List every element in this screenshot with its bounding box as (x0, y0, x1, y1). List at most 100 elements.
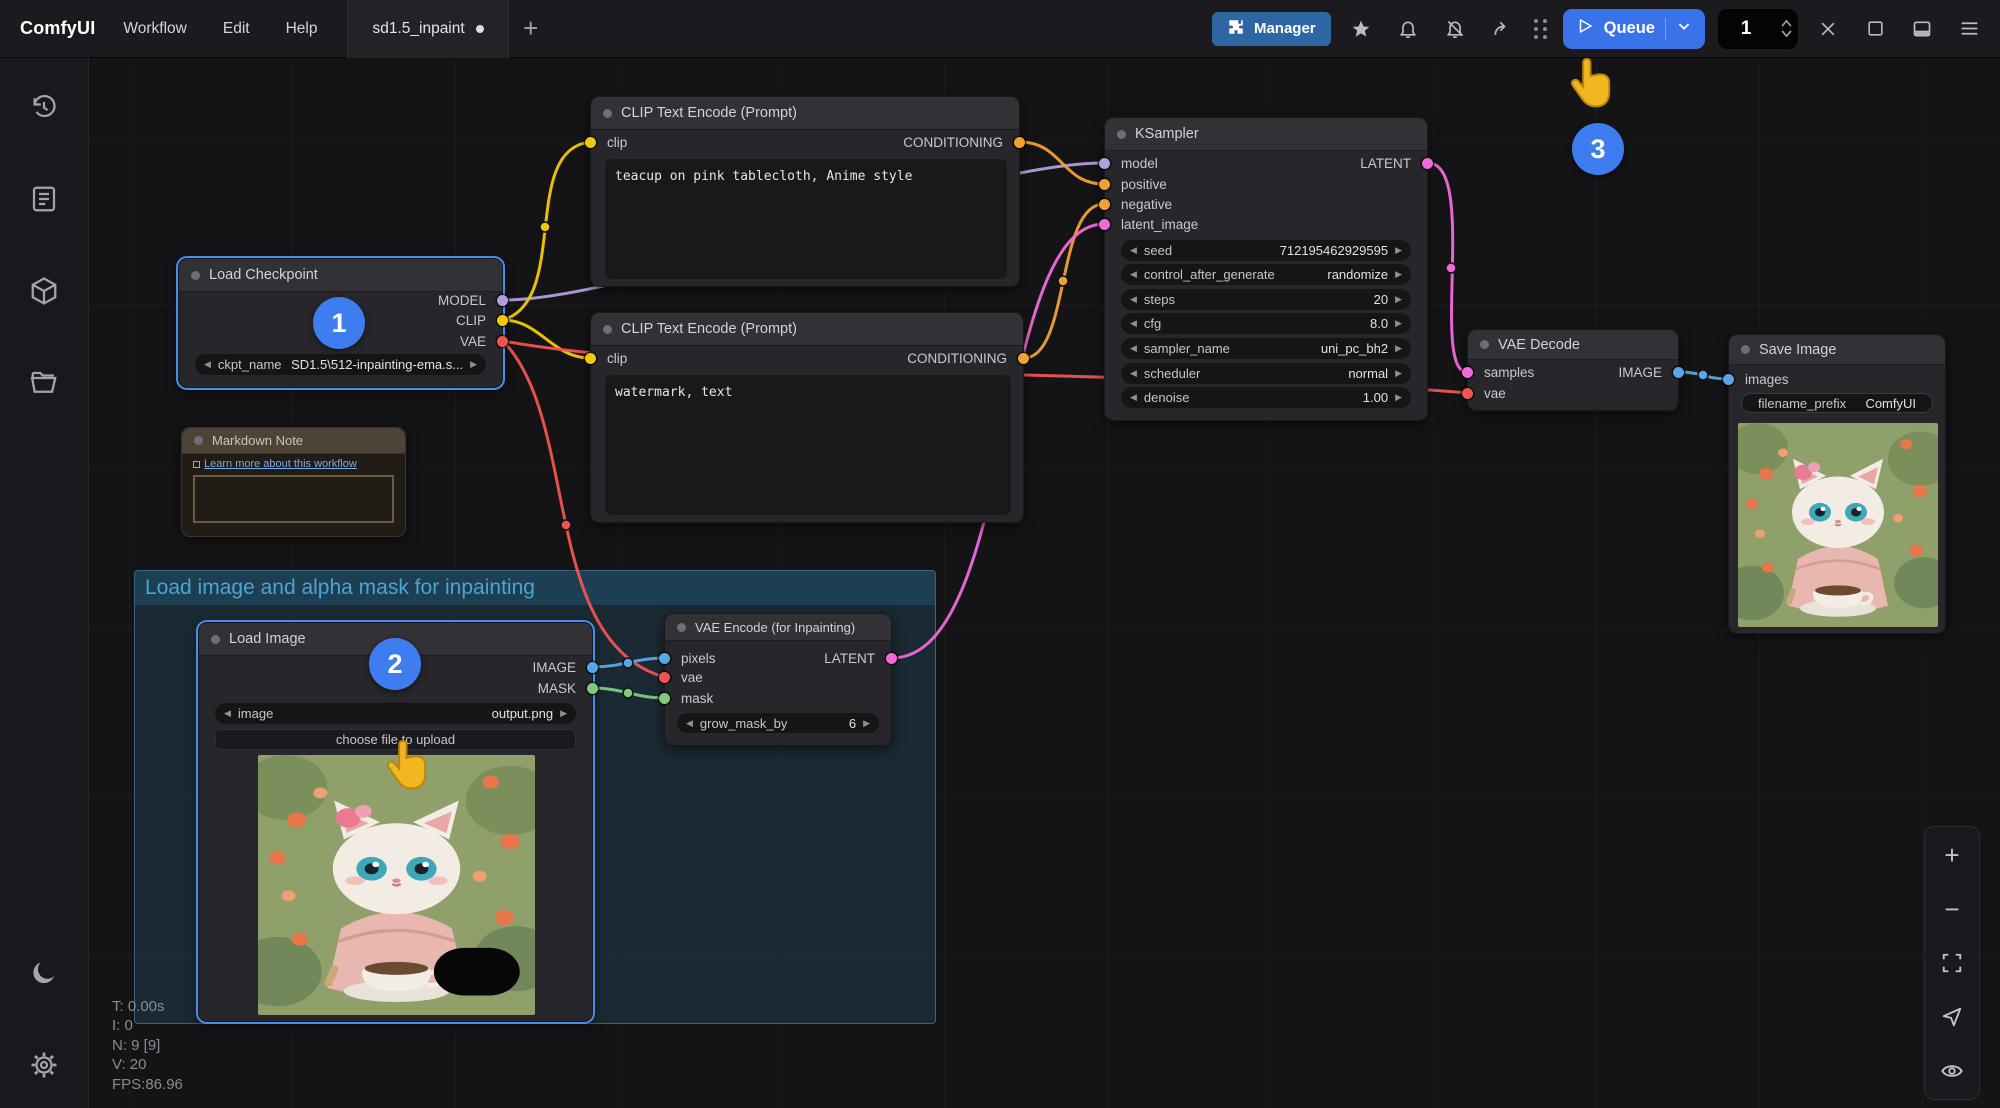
node-library-icon[interactable] (26, 181, 62, 217)
batch-count-stepper[interactable]: 1 (1718, 9, 1798, 49)
input-slot-negative[interactable]: negative (1105, 195, 1427, 215)
collapse-dot-icon[interactable] (1117, 130, 1126, 139)
menu-icon[interactable] (1952, 12, 1986, 46)
workflow-help-link[interactable]: Learn more about this workflow (204, 458, 357, 470)
stepper-left-icon[interactable]: ◀ (1130, 363, 1137, 384)
node-header[interactable]: VAE Decode (1468, 330, 1678, 360)
collapse-dot-icon[interactable] (1741, 345, 1750, 354)
theme-toggle-moon-icon[interactable] (26, 955, 62, 991)
output-slot-image[interactable]: IMAGE (1468, 363, 1678, 383)
node-header[interactable]: Markdown Note (182, 428, 405, 454)
queue-history-icon[interactable] (26, 89, 62, 125)
node-clip-text-encode-negative[interactable]: CLIP Text Encode (Prompt) clip CONDITION… (590, 312, 1024, 523)
stepper-right-icon[interactable]: ▶ (1395, 387, 1402, 408)
workflow-tab[interactable]: sd1.5_inpaint (347, 0, 508, 58)
stepper-right-icon[interactable]: ▶ (1395, 313, 1402, 334)
node-header[interactable]: VAE Encode (for Inpainting) (665, 614, 891, 641)
node-markdown-note[interactable]: Markdown Note Learn more about this work… (181, 427, 406, 537)
input-slot-latent-image[interactable]: latent_image (1105, 215, 1427, 235)
collapse-dot-icon[interactable] (191, 271, 200, 280)
menu-edit[interactable]: Edit (223, 20, 250, 38)
stepper-right-icon[interactable]: ▶ (1395, 363, 1402, 384)
output-port-clip[interactable] (497, 315, 508, 326)
node-ksampler[interactable]: KSampler model LATENT positive negative … (1104, 117, 1428, 421)
node-vae-encode-inpaint[interactable]: VAE Encode (for Inpainting) pixels LATEN… (664, 613, 892, 746)
input-slot-vae[interactable]: vae (665, 668, 891, 688)
output-port-conditioning[interactable] (1018, 353, 1029, 364)
stepper-right-icon[interactable]: ▶ (1395, 264, 1402, 285)
stepper-right-icon[interactable]: ▶ (1395, 289, 1402, 310)
stepper-right-icon[interactable]: ▶ (560, 703, 567, 724)
output-port-vae[interactable] (497, 336, 508, 347)
stop-icon[interactable] (1858, 12, 1892, 46)
prompt-textarea[interactable]: watermark, text (605, 375, 1011, 515)
bell-icon[interactable] (1391, 12, 1425, 46)
select-mode-button[interactable] (1932, 997, 1972, 1037)
input-slot-mask[interactable]: mask (665, 689, 891, 709)
widget-denoise[interactable]: ◀ denoise 1.00 ▶ (1121, 387, 1411, 408)
output-image-preview[interactable] (1738, 423, 1938, 627)
collapse-dot-icon[interactable] (603, 325, 612, 334)
batch-count-arrows[interactable] (1774, 20, 1798, 37)
input-port-vae[interactable] (1462, 388, 1473, 399)
stepper-left-icon[interactable]: ◀ (1130, 240, 1137, 261)
stepper-left-icon[interactable]: ◀ (1130, 338, 1137, 359)
bottom-panel-icon[interactable] (1905, 12, 1939, 46)
collapse-dot-icon[interactable] (1480, 340, 1489, 349)
stepper-right-icon[interactable]: ▶ (1395, 240, 1402, 261)
node-header[interactable]: CLIP Text Encode (Prompt) (591, 313, 1023, 346)
chevron-down-icon[interactable] (1676, 18, 1692, 39)
node-header[interactable]: Load Checkpoint (179, 259, 502, 292)
input-port-latent-image[interactable] (1099, 219, 1110, 230)
star-icon[interactable] (1344, 12, 1378, 46)
node-header[interactable]: CLIP Text Encode (Prompt) (591, 97, 1019, 130)
node-clip-text-encode-positive[interactable]: CLIP Text Encode (Prompt) clip CONDITION… (590, 96, 1020, 287)
collapse-dot-icon[interactable] (677, 623, 686, 632)
output-slot-conditioning[interactable]: CONDITIONING (591, 133, 1019, 153)
widget-grow-mask-by[interactable]: ◀ grow_mask_by 6 ▶ (677, 713, 879, 733)
manager-button[interactable]: Manager (1212, 12, 1331, 46)
stepper-right-icon[interactable]: ▶ (1395, 338, 1402, 359)
output-port-latent[interactable] (1422, 158, 1433, 169)
node-save-image[interactable]: Save Image images filename_prefix ComfyU… (1728, 334, 1946, 634)
widget-control-after-generate[interactable]: ◀ control_after_generate randomize ▶ (1121, 264, 1411, 285)
input-slot-vae[interactable]: vae (1468, 384, 1678, 404)
input-port-negative[interactable] (1099, 199, 1110, 210)
model-library-icon[interactable] (26, 273, 62, 309)
collapse-dot-icon[interactable] (194, 436, 203, 445)
share-icon[interactable] (1485, 12, 1519, 46)
output-port-model[interactable] (497, 295, 508, 306)
output-slot-latent[interactable]: LATENT (1105, 154, 1427, 174)
input-slot-positive[interactable]: positive (1105, 175, 1427, 195)
stepper-left-icon[interactable]: ◀ (686, 713, 693, 734)
zoom-in-button[interactable]: + (1932, 835, 1972, 875)
input-port-vae[interactable] (659, 672, 670, 683)
output-port-image[interactable] (1673, 367, 1684, 378)
workflows-folder-icon[interactable] (26, 365, 62, 401)
input-slot-images[interactable]: images (1729, 370, 1945, 390)
output-port-latent[interactable] (886, 653, 897, 664)
stepper-left-icon[interactable]: ◀ (1130, 289, 1137, 310)
close-icon[interactable] (1811, 12, 1845, 46)
drag-handle-icon[interactable] (1534, 19, 1548, 39)
output-slot-conditioning[interactable]: CONDITIONING (591, 349, 1023, 369)
widget-filename-prefix[interactable]: filename_prefix ComfyUI (1741, 393, 1933, 413)
prompt-textarea[interactable]: teacup on pink tablecloth, Anime style (605, 159, 1007, 279)
toggle-visibility-button[interactable] (1932, 1051, 1972, 1091)
collapse-dot-icon[interactable] (603, 109, 612, 118)
input-port-images[interactable] (1723, 374, 1734, 385)
stepper-left-icon[interactable]: ◀ (204, 354, 211, 375)
menu-help[interactable]: Help (286, 20, 318, 38)
settings-gear-icon[interactable] (26, 1047, 62, 1083)
menu-workflow[interactable]: Workflow (123, 20, 186, 38)
input-port-positive[interactable] (1099, 179, 1110, 190)
output-slot-latent[interactable]: LATENT (665, 649, 891, 669)
new-tab-button[interactable]: + (509, 7, 553, 51)
widget-cfg[interactable]: ◀ cfg 8.0 ▶ (1121, 313, 1411, 334)
stepper-left-icon[interactable]: ◀ (224, 703, 231, 724)
queue-button[interactable]: Queue (1563, 9, 1705, 49)
widget-sampler-name[interactable]: ◀ sampler_name uni_pc_bh2 ▶ (1121, 338, 1411, 359)
stepper-left-icon[interactable]: ◀ (1130, 264, 1137, 285)
zoom-out-button[interactable]: − (1932, 889, 1972, 929)
stepper-left-icon[interactable]: ◀ (1130, 313, 1137, 334)
